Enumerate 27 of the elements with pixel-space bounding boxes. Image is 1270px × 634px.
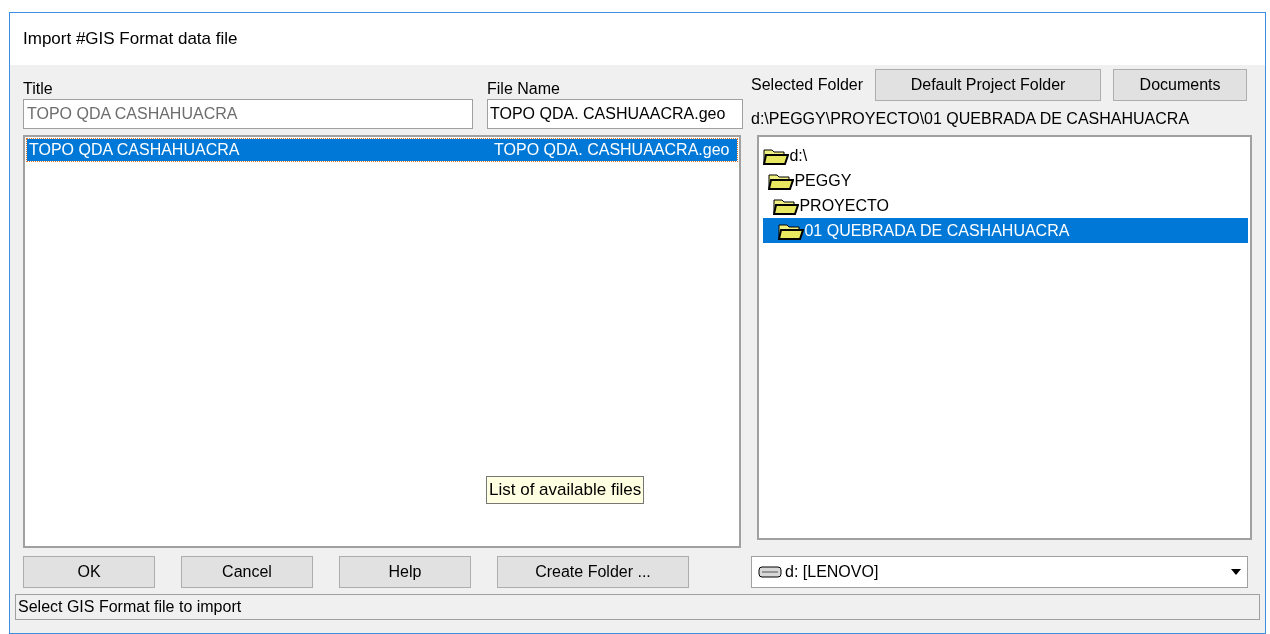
default-folder-button[interactable]: Default Project Folder <box>875 69 1102 101</box>
dropdown-arrow-icon <box>1231 569 1241 575</box>
file-name-field[interactable]: TOPO QDA. CASHUAACRA.geo <box>487 99 743 129</box>
folder-item[interactable]: 01 QUEBRADA DE CASHAHUACRA <box>763 218 1248 243</box>
folder-item[interactable]: PROYECTO <box>763 193 1248 218</box>
folder-icon <box>763 146 790 165</box>
field-label: Selected Folder <box>751 75 864 95</box>
documents-button[interactable]: Documents <box>1113 69 1248 101</box>
folder-icon <box>773 196 800 215</box>
file-row[interactable]: TOPO QDA CASHAHUACRA TOPO QDA. CASHUAACRA.geo <box>27 139 738 161</box>
drive-icon <box>758 566 782 578</box>
window-title: Import #GIS Format data file <box>23 28 238 51</box>
create-folder-button[interactable]: Create Folder ... <box>497 556 689 588</box>
drive-value: d: [LENOVO] <box>785 562 880 582</box>
folder-item[interactable]: d:\ <box>763 143 1248 168</box>
tooltip: List of available files <box>486 476 645 504</box>
help-button[interactable]: Help <box>339 556 471 588</box>
folder-icon <box>768 171 795 190</box>
field-label: Title <box>23 79 54 99</box>
folder-icon <box>778 221 805 240</box>
ok-button[interactable]: OK <box>23 556 155 588</box>
cancel-button[interactable]: Cancel <box>181 556 313 588</box>
folder-path: d:\PEGGY\PROYECTO\01 QUEBRADA DE CASHAHUACRA <box>751 109 1191 129</box>
folder-item[interactable]: PEGGY <box>763 168 1248 193</box>
status-text: Select GIS Format file to import <box>18 597 242 617</box>
drive-dropdown[interactable]: d: [LENOVO] <box>751 556 1248 588</box>
field-label: File Name <box>487 79 561 99</box>
